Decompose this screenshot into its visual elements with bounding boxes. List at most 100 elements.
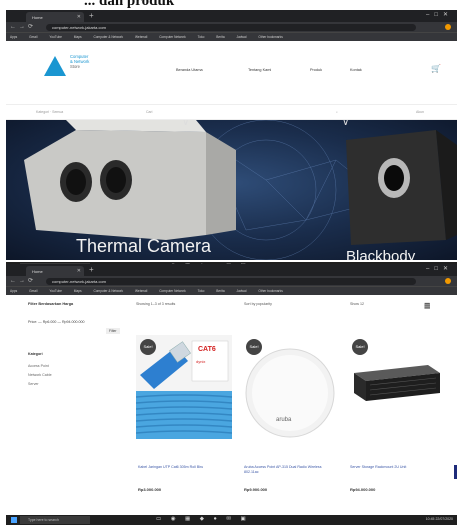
url-field[interactable]: computer-network-jakarta.com [46, 278, 416, 285]
price-range-slider[interactable]: Price: — Rp6.000 — Rp94.000.000 [28, 320, 128, 324]
categories-heading: Kategori [28, 352, 43, 356]
bookmark-item[interactable]: Computer & Network [93, 289, 123, 293]
brand-label: aruba [276, 417, 292, 423]
windows-taskbar: Type here to search ▭ ◉ ▦ ◆ ● ✉ ▣ 10:45 … [6, 515, 457, 525]
search-row: Kategori · Semua Cari ⌕ Akun [6, 104, 457, 120]
taskbar-app-icons[interactable]: ▭ ◉ ▦ ◆ ● ✉ ▣ [156, 516, 250, 522]
price-filter-title: Filter Berdasarkan Harga [28, 302, 74, 306]
bookmark-item[interactable]: Computer Network [159, 289, 186, 293]
product-name[interactable]: Server Storage Rackmount 2U Unit [350, 465, 442, 470]
sale-badge: Sale! [246, 339, 262, 355]
nav-item-contact[interactable]: Kontak [350, 68, 362, 72]
per-page-select[interactable]: Show 12 [350, 302, 364, 306]
bookmark-item[interactable]: Apps [10, 289, 17, 293]
bookmarks-bar: Apps Gmail YouTube Maps Computer & Netwo… [6, 286, 457, 295]
logo-triangle-icon [44, 56, 66, 76]
nav-arrows-icon[interactable]: ←→⟳ [10, 23, 36, 30]
address-bar-row: ←→⟳ computer-network-jakarta.com [6, 276, 457, 286]
hero-banner: ∨ ∨ Thermal Camera Blackbody [6, 120, 457, 260]
shop-content: Filter Berdasarkan Harga Price: — Rp6.00… [6, 295, 457, 515]
bookmark-item[interactable]: Gmail [29, 289, 37, 293]
account-link[interactable]: Akun [416, 110, 424, 114]
bookmark-item[interactable]: Maps [74, 289, 82, 293]
nav-item-about[interactable]: Tentang Kami [248, 68, 271, 72]
product-card[interactable]: aruba Sale! Aruba Access Point AP-315 Du… [242, 335, 338, 515]
bookmark-item[interactable]: Jadwal [237, 289, 247, 293]
bookmark-item[interactable]: Berita [216, 289, 224, 293]
window-controls[interactable]: –□✕ [426, 265, 453, 272]
profile-avatar[interactable] [445, 24, 451, 30]
bookmark-item[interactable]: Computer Network [159, 35, 186, 39]
category-link[interactable]: Server [28, 382, 128, 386]
hero-caption-thermal: Thermal Camera [76, 236, 212, 256]
product-card[interactable]: Sale! Server Storage Rackmount 2U Unit R… [348, 335, 444, 515]
bookmark-item[interactable]: YouTube [49, 289, 62, 293]
tab-title: Home [32, 15, 43, 20]
bookmark-item[interactable]: Jadwal [237, 35, 247, 39]
taskbar-clock[interactable]: 10:45 22/07/2020 [426, 517, 453, 521]
new-tab-icon[interactable]: + [89, 11, 94, 20]
hero-graphic [24, 120, 457, 260]
cart-icon[interactable]: 🛒 [431, 64, 441, 73]
product-price: Rp3.000.000 [138, 487, 162, 492]
tab-close-icon[interactable]: ✕ [77, 14, 81, 20]
slider-prev-icon[interactable]: ∨ [182, 120, 189, 128]
browser-tab[interactable]: Home ✕ [26, 12, 84, 22]
site-logo[interactable]: Computer & Network Store [44, 54, 104, 82]
caption-text: ... dan produk [84, 0, 175, 9]
shop-sidebar: Filter Berdasarkan Harga Price: — Rp6.00… [28, 302, 128, 391]
brand-label: CAT6 [198, 346, 216, 353]
product-name[interactable]: Kabel Jaringan UTP Cat6 305m Roll Biru [138, 465, 230, 470]
browser-tab[interactable]: Home ✕ [26, 266, 84, 276]
nav-item-home[interactable]: Beranda Utama [176, 68, 203, 72]
page-caption: ... dan produk [0, 0, 461, 10]
url-field[interactable]: computer-network-jakarta.com [46, 24, 416, 31]
sale-badge: Sale! [140, 339, 156, 355]
sort-select[interactable]: Sort by popularity [244, 302, 272, 306]
nav-item-products[interactable]: Produk [310, 68, 322, 72]
browser-tab-bar: Home ✕ + –□✕ [6, 264, 457, 276]
bookmark-item[interactable]: Maps [74, 35, 82, 39]
new-tab-icon[interactable]: + [89, 265, 94, 274]
svg-text:dynix: dynix [196, 359, 205, 364]
profile-avatar[interactable] [445, 278, 451, 284]
product-name[interactable]: Aruba Access Point AP-315 Dual Radio Wir… [244, 465, 336, 475]
add-to-cart-button[interactable]: + [454, 465, 457, 479]
bookmark-item[interactable]: Webmail [135, 289, 147, 293]
bookmark-item[interactable]: Gmail [29, 35, 37, 39]
slider-next-icon[interactable]: ∨ [342, 120, 349, 128]
bookmarks-bar: Apps Gmail YouTube Maps Computer & Netwo… [6, 32, 457, 41]
search-input[interactable]: Cari [146, 110, 152, 114]
logo-line3: Store [70, 64, 81, 69]
bookmark-item[interactable]: YouTube [49, 35, 62, 39]
product-image[interactable]: Sale! [348, 335, 444, 439]
address-bar-row: ←→⟳ computer-network-jakarta.com [6, 22, 457, 32]
window-controls[interactable]: –□✕ [426, 11, 453, 18]
bookmark-item[interactable]: Apps [10, 35, 17, 39]
bookmark-item[interactable]: Computer & Network [93, 35, 123, 39]
bookmark-item[interactable]: Toko [198, 35, 205, 39]
shop-screenshot: Home ✕ + –□✕ ←→⟳ computer-network-jakart… [6, 264, 457, 525]
bookmark-item[interactable]: Other bookmarks [258, 35, 282, 39]
product-image[interactable]: CAT6 dynix Sale! [136, 335, 232, 439]
taskbar-search-input[interactable]: Type here to search [20, 516, 90, 524]
product-image[interactable]: aruba Sale! [242, 335, 338, 439]
bookmark-item[interactable]: Toko [198, 289, 205, 293]
browser-tab-bar: Home ✕ + –□✕ [6, 10, 457, 22]
category-link[interactable]: Access Point [28, 364, 128, 368]
category-link[interactable]: Network Cable [28, 373, 128, 377]
bookmark-item[interactable]: Berita [216, 35, 224, 39]
category-select[interactable]: Kategori · Semua [36, 110, 63, 114]
tab-close-icon[interactable]: ✕ [77, 268, 81, 274]
product-price: Rp9.900.000 [244, 487, 268, 492]
product-grid: CAT6 dynix Sale! Kabel Jaringan UTP Cat6… [136, 335, 457, 515]
nav-arrows-icon[interactable]: ←→⟳ [10, 277, 36, 284]
search-icon[interactable]: ⌕ [336, 110, 338, 114]
homepage-screenshot: Home ✕ + –□✕ ←→⟳ computer-network-jakart… [6, 10, 457, 272]
filter-button[interactable]: Filter [106, 328, 120, 334]
bookmark-item[interactable]: Webmail [135, 35, 147, 39]
list-view-icon[interactable]: ☰ [424, 302, 433, 310]
bookmark-item[interactable]: Other bookmarks [258, 289, 282, 293]
windows-logo-icon[interactable] [11, 517, 17, 523]
product-card[interactable]: CAT6 dynix Sale! Kabel Jaringan UTP Cat6… [136, 335, 232, 515]
